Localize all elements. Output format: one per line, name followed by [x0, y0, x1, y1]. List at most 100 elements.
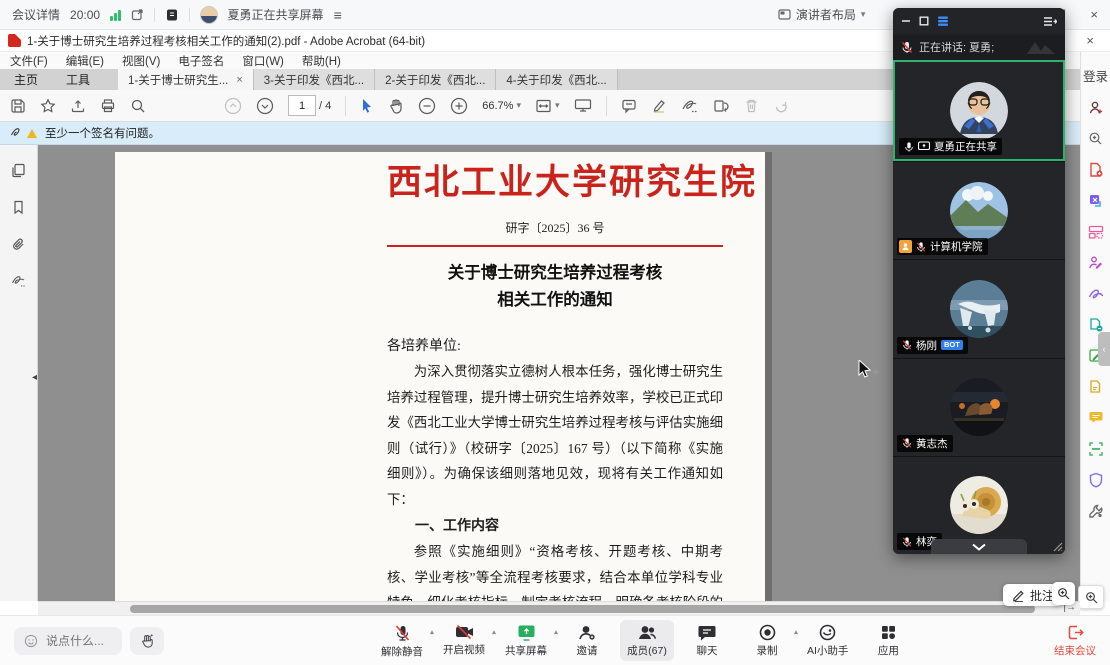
menu-window[interactable]: 窗口(W) — [242, 53, 284, 69]
menu-edit[interactable]: 编辑(E) — [66, 53, 104, 69]
combine-files-icon[interactable] — [1087, 316, 1104, 333]
organize-pages-icon[interactable] — [1087, 223, 1104, 240]
bot-badge: BOT — [941, 340, 963, 350]
doc-tab-1[interactable]: 1-关于博士研究生...× — [118, 69, 254, 90]
doc-share-icon[interactable] — [165, 8, 179, 22]
sign-button[interactable] — [681, 98, 699, 114]
create-pdf-icon[interactable] — [1087, 161, 1104, 178]
page-shadow — [765, 152, 772, 601]
left-rail-collapse-icon[interactable]: ◂ — [32, 372, 37, 383]
video-options-caret[interactable]: ▾ — [492, 628, 496, 637]
export-pdf-icon[interactable] — [1087, 192, 1104, 209]
menu-help[interactable]: 帮助(H) — [302, 53, 341, 69]
record-options-caret[interactable]: ▾ — [794, 628, 798, 637]
protect-icon[interactable] — [1087, 471, 1104, 488]
comment-button[interactable] — [621, 98, 637, 114]
panel-layout-icon[interactable] — [937, 16, 949, 27]
star-button[interactable] — [40, 98, 56, 114]
share-screen-button[interactable]: 共享屏幕 ▾ — [498, 620, 554, 661]
chat-button[interactable]: 聊天 — [680, 620, 734, 661]
select-tool-button[interactable] — [360, 98, 374, 114]
bookmarks-icon[interactable] — [12, 200, 25, 215]
participant-tile-sharer[interactable]: 夏勇正在共享 — [893, 60, 1065, 161]
end-meeting-button[interactable]: 结束会议 — [1054, 624, 1096, 658]
participant-tile-yanggang[interactable]: 杨刚 BOT — [893, 259, 1065, 357]
record-button[interactable]: 录制 ▾ — [740, 620, 794, 661]
tab-close-icon[interactable]: × — [236, 74, 242, 86]
doc-tab-3[interactable]: 3-关于印发《西北... — [254, 69, 375, 90]
participants-panel[interactable]: 正在讲话: 夏勇; 夏勇正在共享 — [893, 8, 1065, 554]
menu-view[interactable]: 视图(V) — [122, 53, 160, 69]
save-button[interactable] — [10, 98, 26, 114]
pdf-page[interactable]: 西北工业大学研究生院 研字〔2025〕36 号 关于博士研究生培养过程考核 相关… — [115, 152, 765, 601]
hand-tool-button[interactable] — [388, 98, 404, 114]
menu-esign[interactable]: 电子签名 — [178, 53, 224, 69]
doc-tab-2[interactable]: 2-关于印发《西北... — [375, 69, 496, 90]
participant-tile-huangzhijie[interactable]: 黄志杰 — [893, 358, 1065, 456]
page-number-input[interactable] — [288, 95, 316, 116]
page-thumbnails-icon[interactable] — [11, 163, 26, 178]
apps-button[interactable]: 应用 — [861, 620, 915, 661]
zoom-out-button[interactable] — [418, 97, 436, 115]
mic-options-caret[interactable]: ▾ — [430, 628, 434, 637]
prev-page-button[interactable] — [224, 97, 242, 115]
zoom-in-button[interactable] — [450, 97, 468, 115]
panel-minimize-icon[interactable] — [901, 16, 911, 26]
chat-input-pill[interactable] — [14, 627, 122, 655]
attachments-icon[interactable] — [11, 237, 26, 252]
sharer-avatar — [200, 6, 218, 24]
menu-file[interactable]: 文件(F) — [10, 53, 48, 69]
meeting-detail-link[interactable]: 会议详情 — [12, 6, 60, 23]
horizontal-scrollbar[interactable]: |→ — [38, 601, 1080, 615]
members-button[interactable]: 成员(67) — [620, 620, 674, 661]
highlight-button[interactable] — [651, 98, 667, 114]
tab-tools[interactable]: 工具 — [52, 69, 104, 90]
delete-pages-button[interactable] — [744, 98, 759, 114]
signatures-icon[interactable] — [11, 274, 27, 288]
invite-button[interactable]: 邀请 — [560, 620, 614, 661]
panel-collapse-icon[interactable] — [1043, 16, 1057, 27]
account-icon[interactable] — [1087, 99, 1104, 116]
participant-name: 杨刚 — [916, 338, 937, 353]
presentation-button[interactable] — [574, 98, 592, 113]
mic-muted-icon — [916, 241, 926, 253]
draw-icon[interactable] — [1087, 285, 1104, 302]
doc-tab-4[interactable]: 4-关于印发《西北... — [496, 69, 617, 90]
login-link[interactable]: 登录 — [1083, 66, 1108, 85]
fill-sign-icon[interactable] — [1087, 254, 1104, 271]
popout-icon[interactable] — [131, 8, 144, 21]
raise-hand-button[interactable] — [130, 627, 164, 655]
rotate-pages-button[interactable] — [713, 98, 730, 114]
request-signatures-icon[interactable] — [1087, 378, 1104, 395]
panel-resize-handle[interactable] — [1052, 541, 1063, 552]
ai-assistant-button[interactable]: AI小助手 — [800, 620, 855, 661]
panel-collapse-chevron[interactable] — [931, 539, 1027, 554]
share-options-caret[interactable]: ▾ — [554, 628, 558, 637]
page-zoom-widget[interactable] — [1078, 585, 1104, 609]
sharing-menu-icon[interactable]: ≡ — [334, 7, 342, 23]
scan-ocr-icon[interactable] — [1087, 440, 1104, 457]
print-button[interactable] — [100, 98, 116, 114]
chat-input[interactable] — [44, 633, 112, 649]
acrobat-close-icon[interactable]: × — [1086, 33, 1094, 48]
comments-panel-icon[interactable] — [1087, 409, 1104, 426]
pdf-paragraph-1: 为深入贯彻落实立德树人根本任务，强化博士研究生培养过程管理，提升博士研究生培养效… — [387, 359, 723, 512]
panel-maximize-icon[interactable] — [919, 16, 929, 26]
zoom-float-button[interactable] — [1052, 582, 1075, 605]
layout-switch[interactable]: 演讲者布局 ▾ — [778, 6, 866, 23]
participant-tile-school[interactable]: 计算机学院 — [893, 161, 1065, 259]
tools-rail-collapse-tab[interactable]: ‹ — [1098, 332, 1110, 366]
search-button[interactable] — [130, 98, 146, 114]
unmute-button[interactable]: 解除静音 ▾ — [374, 620, 430, 662]
next-page-button[interactable] — [256, 97, 274, 115]
fit-width-dropdown[interactable]: ▾ — [535, 98, 560, 114]
start-video-button[interactable]: 开启视频 ▾ — [436, 620, 492, 660]
more-tools-icon[interactable] — [1087, 502, 1104, 519]
search-zoom-icon[interactable] — [1087, 130, 1104, 147]
zoom-level-dropdown[interactable]: 66.7%▾ — [482, 100, 521, 112]
window-close-icon[interactable]: × — [1090, 7, 1098, 22]
scrollbar-thumb[interactable] — [130, 605, 1035, 613]
redo-button[interactable] — [773, 98, 789, 114]
upload-share-button[interactable] — [70, 98, 86, 114]
tab-home[interactable]: 主页 — [0, 69, 52, 90]
